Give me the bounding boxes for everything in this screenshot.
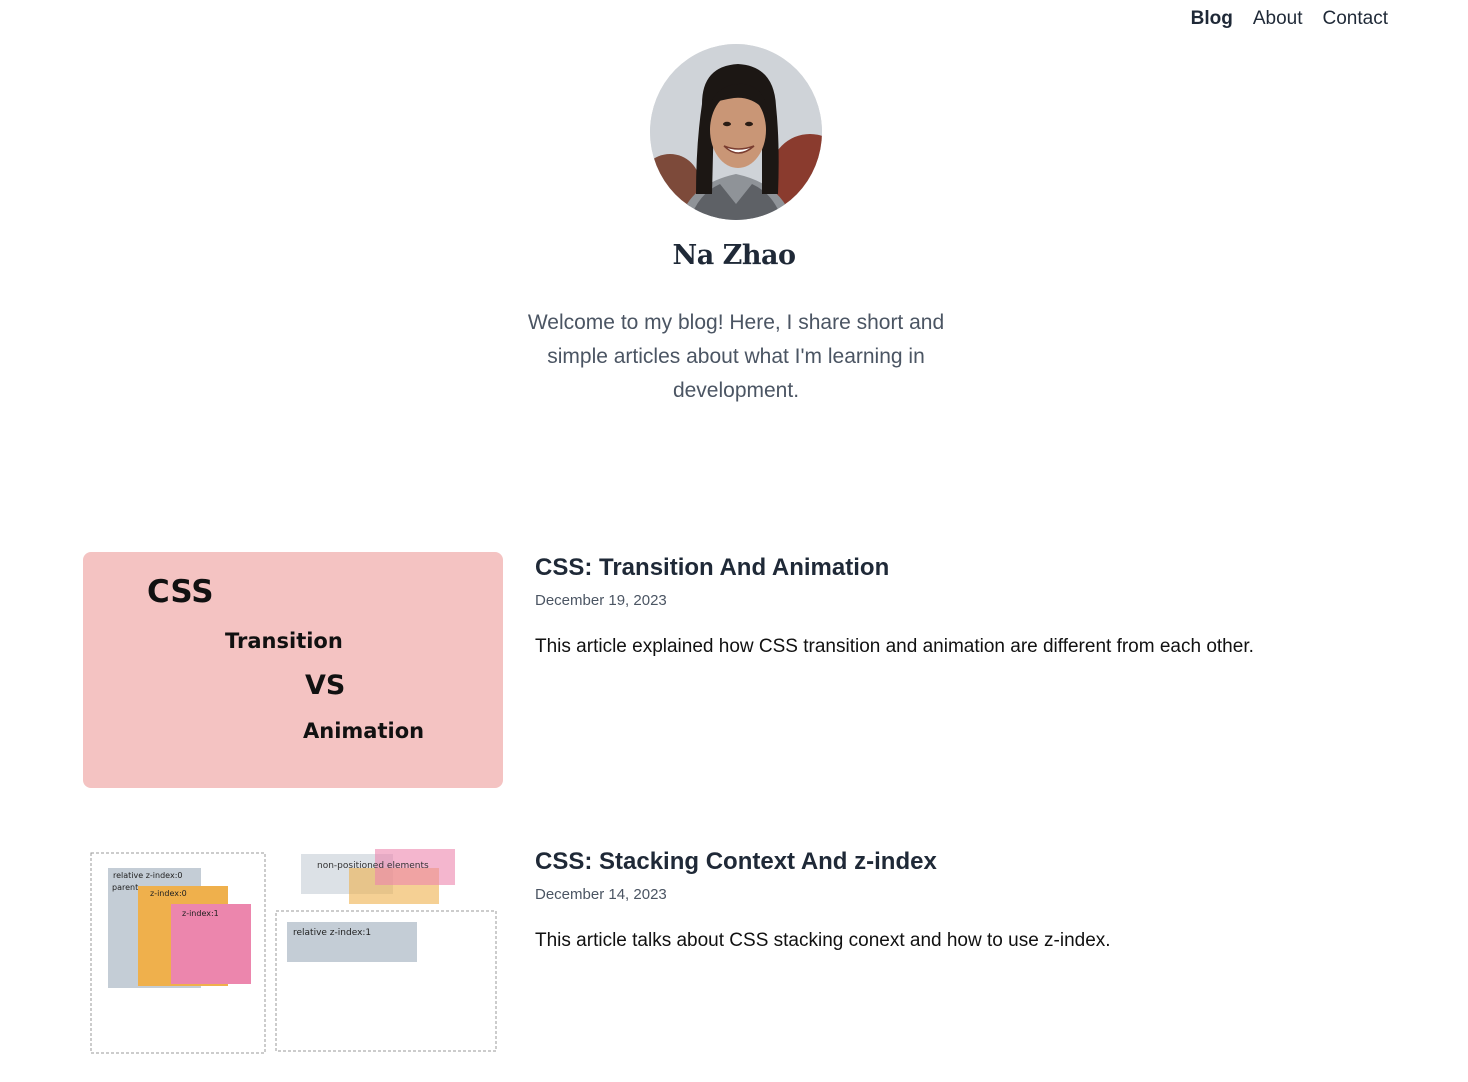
thumb-label-relative-0: relative z-index:0 bbox=[113, 871, 182, 880]
post-thumbnail[interactable]: CSS Transition VS Animation bbox=[83, 552, 503, 788]
post-title-link[interactable]: CSS: Transition And Animation bbox=[535, 554, 889, 582]
thumb-text-css: CSS bbox=[147, 574, 214, 610]
author-name: Na Zhao bbox=[672, 240, 796, 271]
post-thumbnail[interactable]: relative z-index:0 parent z-index:0 z-in… bbox=[83, 846, 503, 1082]
thumb-text-animation: Animation bbox=[303, 719, 424, 743]
avatar-photo bbox=[650, 44, 822, 220]
thumb-label-parent: parent bbox=[112, 883, 138, 892]
thumbnail-illustration: CSS Transition VS Animation bbox=[147, 574, 424, 743]
thumbnail-illustration: relative z-index:0 parent z-index:0 z-in… bbox=[90, 849, 497, 1054]
thumb-label-non-positioned: non-positioned elements bbox=[317, 861, 429, 871]
nav-contact-link[interactable]: Contact bbox=[1323, 6, 1388, 32]
post-excerpt: This article explained how CSS transitio… bbox=[535, 636, 1254, 657]
thumb-label-zindex-1: z-index:1 bbox=[182, 909, 219, 918]
post-title-link[interactable]: CSS: Stacking Context And z-index bbox=[535, 848, 937, 876]
thumb-label-relative-1: relative z-index:1 bbox=[293, 928, 371, 938]
top-nav: Blog About Contact bbox=[1191, 6, 1388, 32]
thumb-text-transition: Transition bbox=[225, 629, 343, 653]
post-date: December 14, 2023 bbox=[535, 886, 667, 903]
profile-avatar bbox=[650, 44, 822, 220]
thumb-label-zindex-0: z-index:0 bbox=[150, 889, 187, 898]
thumb-text-vs: VS bbox=[305, 670, 345, 701]
post-excerpt: This article talks about CSS stacking co… bbox=[535, 930, 1111, 951]
nav-blog-link[interactable]: Blog bbox=[1191, 6, 1233, 32]
nav-about-link[interactable]: About bbox=[1253, 6, 1303, 32]
blog-intro: Welcome to my blog! Here, I share short … bbox=[527, 311, 945, 402]
post-date: December 19, 2023 bbox=[535, 592, 667, 609]
